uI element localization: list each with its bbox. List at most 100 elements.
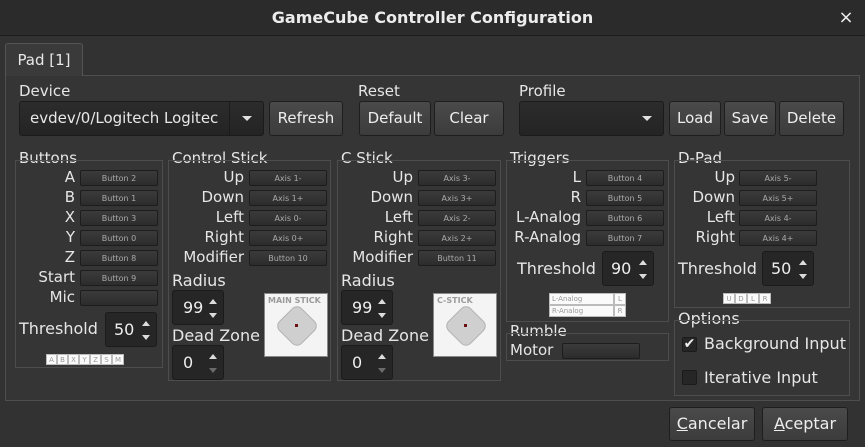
c-stick-left-mapping[interactable]: Axis 2-: [418, 210, 496, 226]
control-stick-deadzone-label: Dead Zone: [172, 326, 260, 345]
iterative-input-checkbox[interactable]: [682, 370, 697, 385]
c-stick-up-mapping[interactable]: Axis 3-: [418, 170, 496, 186]
indicator-m: M: [112, 354, 124, 365]
background-input-checkbox[interactable]: ✔: [682, 337, 697, 352]
dpad-right-label: Right: [695, 228, 736, 246]
device-combo[interactable]: evdev/0/Logitech Logitec: [19, 101, 264, 136]
trigger-l-mapping[interactable]: Button 4: [586, 170, 664, 186]
iterative-input-label[interactable]: Iterative Input: [704, 368, 818, 387]
default-button[interactable]: Default: [359, 101, 431, 136]
accept-button[interactable]: Aceptar: [762, 407, 848, 441]
device-combo-arrow[interactable]: [229, 102, 264, 135]
button-mic-mapping[interactable]: [80, 290, 158, 306]
trigger-l-label: L: [572, 168, 581, 186]
dpad-up-mapping[interactable]: Axis 5-: [739, 170, 817, 186]
button-start-label: Start: [38, 268, 75, 286]
c-stick-deadzone-label: Dead Zone: [341, 326, 429, 345]
control-stick-radius-spinbox[interactable]: 99: [172, 290, 224, 325]
dpad-right-mapping[interactable]: Axis 4+: [739, 230, 817, 246]
save-button[interactable]: Save: [724, 101, 776, 136]
spin-up-icon[interactable]: [378, 354, 386, 359]
load-button[interactable]: Load: [669, 101, 721, 136]
window-title: GameCube Controller Configuration: [271, 8, 594, 27]
c-stick-deadzone-value: 0: [352, 353, 363, 372]
stick-position-dot: [295, 324, 298, 327]
spin-down-icon[interactable]: [378, 368, 386, 373]
clear-button[interactable]: Clear: [434, 101, 504, 136]
chevron-down-icon: [642, 116, 652, 121]
profile-combo-arrow[interactable]: [630, 102, 664, 135]
button-y-label: Y: [65, 228, 75, 246]
refresh-button[interactable]: Refresh: [269, 101, 343, 136]
indicator-b: B: [57, 354, 68, 365]
indicator-u: U: [723, 293, 735, 304]
profile-combo[interactable]: [519, 101, 664, 136]
dpad-down-label: Down: [692, 188, 735, 206]
spin-up-icon[interactable]: [142, 321, 150, 326]
c-stick-right-mapping[interactable]: Axis 2+: [418, 230, 496, 246]
button-x-mapping[interactable]: Button 3: [80, 210, 158, 226]
button-a-mapping[interactable]: Button 2: [80, 170, 158, 186]
dpad-up-label: Up: [714, 168, 735, 186]
c-stick-radius-value: 99: [352, 298, 373, 317]
delete-button[interactable]: Delete: [779, 101, 844, 136]
c-stick-up-label: Up: [392, 168, 413, 186]
dpad-down-mapping[interactable]: Axis 5+: [739, 190, 817, 206]
indicator-z: Z: [90, 354, 101, 365]
control-stick-right-label: Right: [204, 228, 245, 246]
spin-up-icon[interactable]: [799, 260, 807, 265]
spin-down-icon[interactable]: [799, 274, 807, 279]
control-stick-modifier-label: Modifier: [183, 248, 244, 266]
spin-down-icon[interactable]: [639, 274, 647, 279]
spin-down-icon[interactable]: [142, 335, 150, 340]
trigger-r-analog-mapping[interactable]: Button 7: [586, 230, 664, 246]
spin-down-icon[interactable]: [209, 368, 217, 373]
control-stick-deadzone-spinbox[interactable]: 0: [172, 345, 224, 380]
cancel-mnemonic: C: [676, 414, 688, 433]
dpad-threshold-value: 50: [771, 259, 792, 278]
indicator-r: R: [614, 305, 626, 317]
c-stick-deadzone-spinbox[interactable]: 0: [341, 345, 393, 380]
close-icon[interactable]: ×: [834, 6, 858, 30]
reset-group-title: Reset: [358, 82, 400, 100]
cancel-button[interactable]: Cancelar: [669, 407, 755, 441]
control-stick-down-mapping[interactable]: Axis 1+: [249, 190, 327, 206]
indicator-l: L: [747, 293, 759, 304]
button-start-mapping[interactable]: Button 9: [80, 270, 158, 286]
trigger-r-mapping[interactable]: Button 5: [586, 190, 664, 206]
spin-down-icon[interactable]: [378, 313, 386, 318]
rumble-motor-mapping[interactable]: [562, 343, 640, 359]
button-z-mapping[interactable]: Button 8: [80, 250, 158, 266]
tab-pad-1[interactable]: Pad [1]: [5, 43, 83, 76]
background-input-label[interactable]: Background Input: [704, 334, 850, 353]
spin-up-icon[interactable]: [639, 260, 647, 265]
control-stick-left-mapping[interactable]: Axis 0-: [249, 210, 327, 226]
c-stick-radius-spinbox[interactable]: 99: [341, 290, 393, 325]
control-stick-modifier-mapping[interactable]: Button 10: [249, 250, 327, 266]
control-stick-up-mapping[interactable]: Axis 1-: [249, 170, 327, 186]
triggers-threshold-spinbox[interactable]: 90: [602, 251, 654, 286]
rumble-motor-label: Motor: [510, 341, 554, 359]
device-group-title: Device: [19, 82, 71, 100]
c-stick-modifier-mapping[interactable]: Button 11: [418, 250, 496, 266]
spin-down-icon[interactable]: [209, 313, 217, 318]
cancel-label-rest: ancelar: [687, 414, 748, 433]
control-stick-radius-value: 99: [183, 298, 204, 317]
buttons-threshold-label: Threshold: [19, 319, 98, 338]
indicator-r: R: [759, 293, 771, 304]
triggers-threshold-label: Threshold: [517, 259, 596, 278]
dpad-threshold-spinbox[interactable]: 50: [762, 251, 814, 286]
control-stick-down-label: Down: [201, 188, 244, 206]
buttons-threshold-spinbox[interactable]: 50: [105, 312, 157, 347]
dpad-left-mapping[interactable]: Axis 4-: [739, 210, 817, 226]
spin-up-icon[interactable]: [378, 299, 386, 304]
button-y-mapping[interactable]: Button 0: [80, 230, 158, 246]
control-stick-right-mapping[interactable]: Axis 0+: [249, 230, 327, 246]
trigger-l-analog-mapping[interactable]: Button 6: [586, 210, 664, 226]
spin-up-icon[interactable]: [209, 354, 217, 359]
triggers-indicator: L-Analog L R-Analog R: [549, 293, 626, 317]
c-stick-down-mapping[interactable]: Axis 3+: [418, 190, 496, 206]
button-b-mapping[interactable]: Button 1: [80, 190, 158, 206]
trigger-r-label: R: [570, 188, 581, 206]
spin-up-icon[interactable]: [209, 299, 217, 304]
